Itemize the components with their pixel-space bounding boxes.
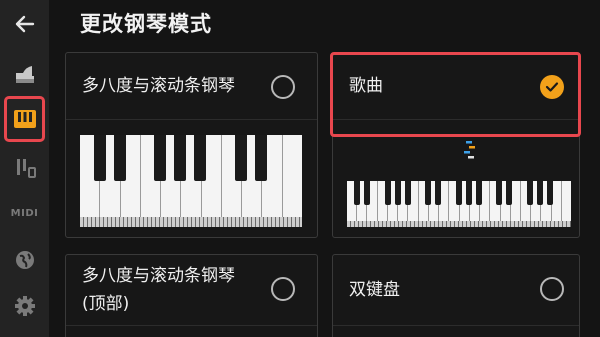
mode-label-line2: (顶部)	[82, 294, 130, 314]
midi-label: MIDI	[10, 207, 39, 219]
piano-keyboard-illustration	[347, 181, 572, 227]
sidebar-item-midi[interactable]: MIDI	[0, 193, 49, 233]
mode-label: 多八度与滚动条钢琴	[82, 76, 235, 96]
sidebar-item-settings[interactable]	[0, 286, 49, 326]
mode-label-line1: 多八度与滚动条钢琴	[82, 266, 235, 286]
mode-option-dual-keyboard[interactable]: 双键盘	[332, 254, 580, 337]
back-button[interactable]	[0, 4, 49, 44]
falling-notes-icon	[464, 141, 475, 159]
mode-option-multi-octave[interactable]: 多八度与滚动条钢琴	[65, 52, 318, 238]
selection-highlight	[330, 52, 581, 137]
page-title: 更改钢琴模式	[80, 12, 212, 36]
radio-button[interactable]	[271, 75, 295, 99]
sidebar-item-mixer[interactable]	[0, 148, 49, 188]
sidebar: MIDI	[0, 0, 49, 337]
grand-piano-icon	[15, 66, 34, 83]
mode-option-multi-octave-top[interactable]: 多八度与滚动条钢琴 (顶部)	[65, 254, 318, 337]
radio-button[interactable]	[540, 277, 564, 301]
mixer-icon	[16, 159, 36, 178]
earth-icon	[15, 251, 34, 269]
sidebar-item-grand-piano[interactable]	[0, 54, 49, 94]
sidebar-selection-highlight	[4, 96, 45, 142]
gear-icon	[14, 296, 35, 316]
mode-label: 双键盘	[349, 280, 400, 300]
piano-keyboard-illustration	[80, 135, 302, 227]
back-arrow-icon	[15, 15, 34, 33]
sidebar-item-language[interactable]	[0, 240, 49, 280]
radio-button[interactable]	[271, 277, 295, 301]
